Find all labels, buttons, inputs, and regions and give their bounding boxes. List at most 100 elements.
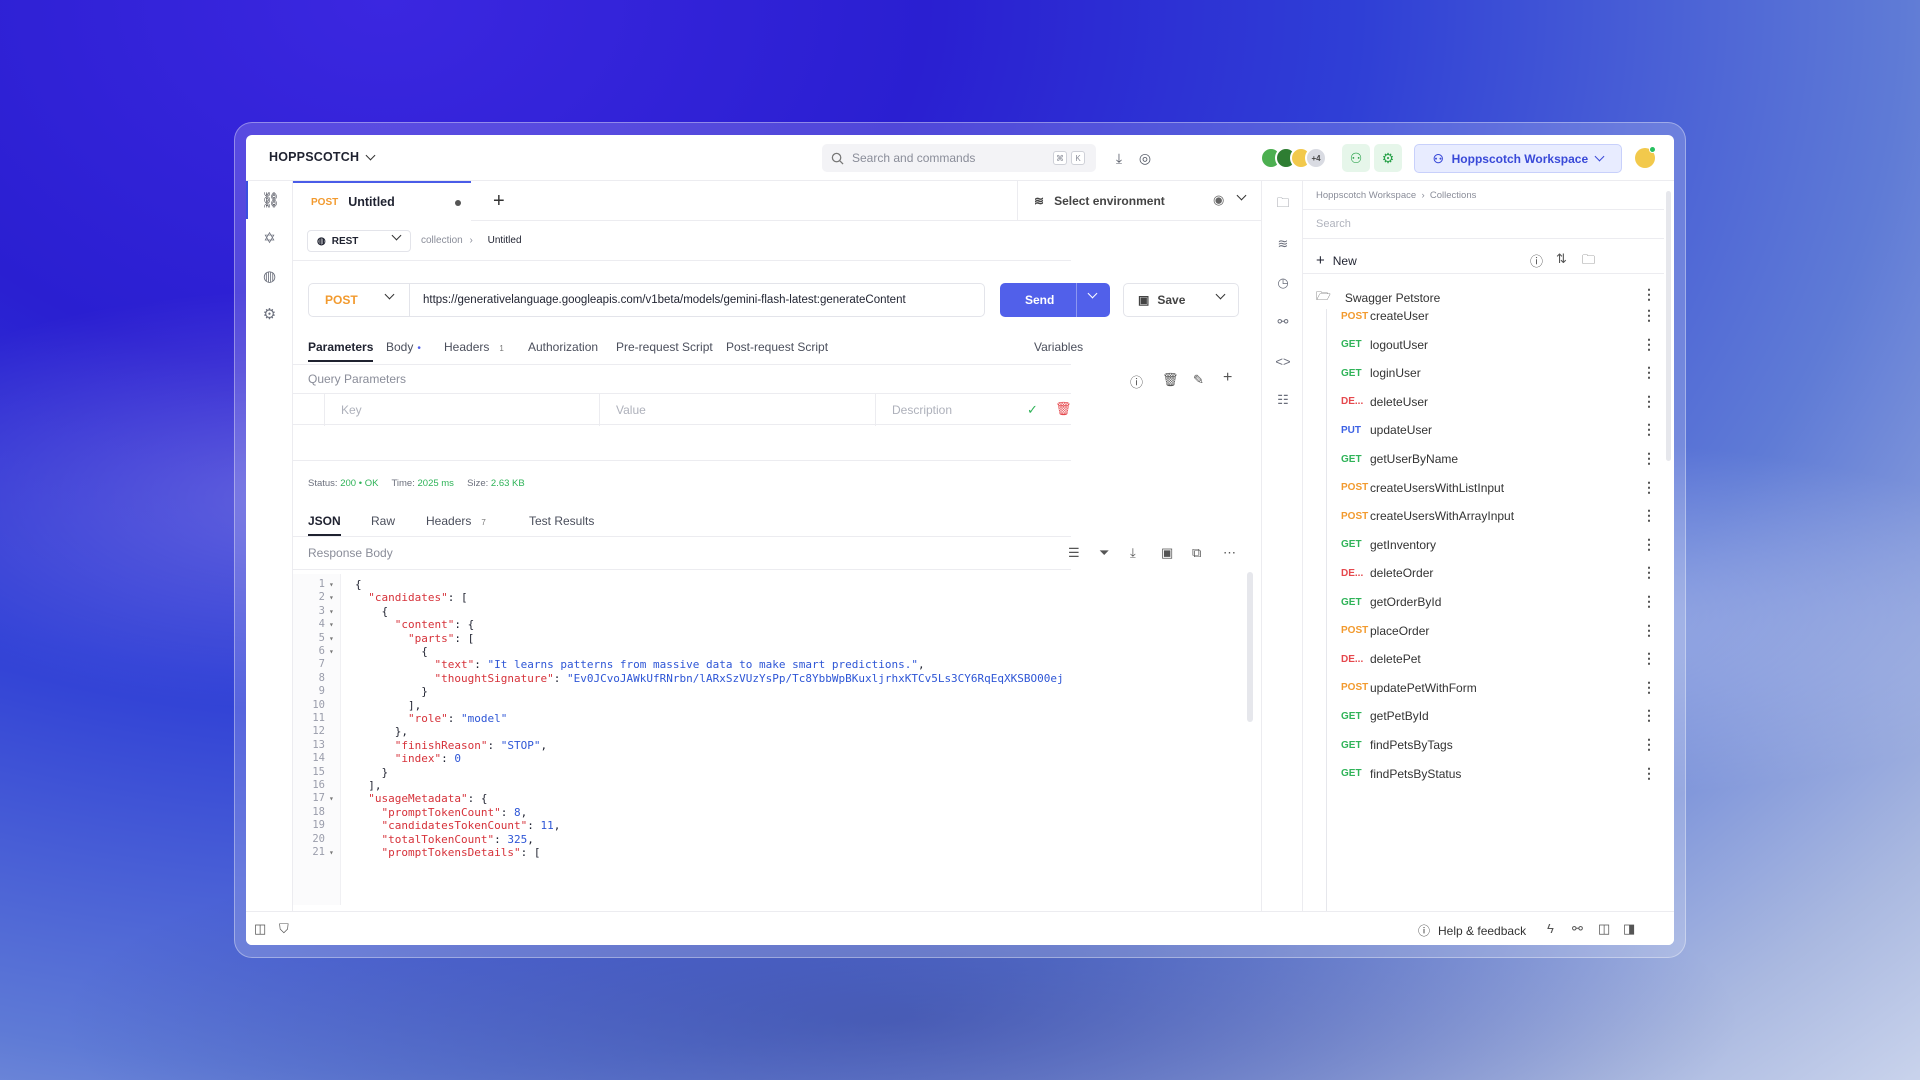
crumb-workspace[interactable]: Hoppscotch Workspace xyxy=(1316,190,1416,201)
collection-request-item[interactable]: POST placeOrder xyxy=(1341,621,1429,641)
fold-toggle-icon[interactable]: ▾ xyxy=(329,620,334,629)
check-circle-icon[interactable]: ✓ xyxy=(1027,402,1038,418)
send-button[interactable]: Send xyxy=(1000,283,1110,317)
tab-test-results[interactable]: Test Results xyxy=(529,514,594,536)
nav-settings-icon[interactable]: ⚙ xyxy=(246,295,293,333)
protocol-selector[interactable]: ◍ REST xyxy=(307,230,411,252)
share-icon[interactable]: ⚯ xyxy=(1572,921,1583,937)
tab-post-request-script[interactable]: Post-request Script xyxy=(726,340,828,362)
collections-scrollbar[interactable] xyxy=(1666,191,1671,461)
toggle-right-panel-icon[interactable]: ◨ xyxy=(1623,921,1635,937)
param-description-input[interactable]: Description xyxy=(875,394,1045,426)
request-menu-icon[interactable]: ⋮ xyxy=(1642,421,1656,438)
code-scrollbar[interactable] xyxy=(1247,572,1253,722)
download-icon[interactable]: ⤓ xyxy=(1111,150,1127,166)
search-bar[interactable]: Search and commands ⌘ K xyxy=(822,144,1096,172)
request-menu-icon[interactable]: ⋮ xyxy=(1642,507,1656,524)
collection-request-item[interactable]: GET findPetsByStatus xyxy=(1341,764,1461,784)
environment-selector[interactable]: ≋ Select environment xyxy=(1017,181,1261,221)
request-menu-icon[interactable]: ⋮ xyxy=(1642,307,1656,324)
environments-layers-icon[interactable]: ≋ xyxy=(1262,232,1304,256)
request-menu-icon[interactable]: ⋮ xyxy=(1642,765,1656,782)
fold-toggle-icon[interactable]: ▾ xyxy=(329,794,334,803)
download-icon[interactable]: ⤓ xyxy=(1130,545,1136,561)
sort-icon[interactable]: ⇅ xyxy=(1556,251,1567,267)
collection-folder[interactable]: 🗁 Swagger Petstore xyxy=(1316,287,1440,308)
code-icon[interactable]: <> xyxy=(1262,349,1304,373)
chevron-down-icon[interactable] xyxy=(1215,289,1226,300)
request-menu-icon[interactable]: ⋮ xyxy=(1642,393,1656,410)
collection-request-item[interactable]: DE... deleteOrder xyxy=(1341,563,1433,583)
url-input[interactable]: https://generativelanguage.googleapis.co… xyxy=(409,283,985,317)
toggle-sidebar-icon[interactable]: ◫ xyxy=(254,921,266,937)
folder-menu-icon[interactable]: ⋮ xyxy=(1642,286,1656,303)
fold-toggle-icon[interactable]: ▾ xyxy=(329,634,334,643)
trash-icon[interactable]: 🗑 xyxy=(1162,372,1179,388)
history-clock-icon[interactable]: ◷ xyxy=(1262,271,1304,295)
request-menu-icon[interactable]: ⋮ xyxy=(1642,650,1656,667)
collection-request-item[interactable]: GET findPetsByTags xyxy=(1341,735,1453,755)
collection-request-item[interactable]: POST createUsersWithArrayInput xyxy=(1341,506,1514,526)
breadcrumb-collection[interactable]: collection xyxy=(421,235,463,246)
collections-search-input[interactable]: Search xyxy=(1303,209,1664,239)
collection-request-item[interactable]: POST updatePetWithForm xyxy=(1341,678,1477,698)
collection-request-item[interactable]: GET getOrderById xyxy=(1341,592,1441,612)
request-menu-icon[interactable]: ⋮ xyxy=(1642,736,1656,753)
filter-icon[interactable]: ⏷ xyxy=(1099,545,1109,561)
tab-parameters[interactable]: Parameters xyxy=(308,340,374,362)
nav-graphql-icon[interactable]: ✡ xyxy=(246,219,293,257)
collaborator-avatars[interactable]: +4 xyxy=(1260,147,1327,169)
request-menu-icon[interactable]: ⋮ xyxy=(1642,707,1656,724)
tab-untitled[interactable]: POST Untitled xyxy=(293,181,471,221)
help-icon[interactable]: ⓘ xyxy=(1130,372,1143,391)
tab-headers[interactable]: Headers 1 xyxy=(444,340,504,362)
support-icon[interactable]: ◎ xyxy=(1137,150,1153,166)
collection-request-item[interactable]: DE... deleteUser xyxy=(1341,392,1428,412)
collection-request-item[interactable]: GET logoutUser xyxy=(1341,335,1428,355)
delete-icon[interactable]: 🗑 xyxy=(1055,401,1072,417)
param-value-input[interactable]: Value xyxy=(599,394,875,426)
invite-user-button[interactable]: ⚇ xyxy=(1342,144,1370,172)
add-param-icon[interactable]: + xyxy=(1223,369,1232,387)
response-json-viewer[interactable]: 1 ▾ {2 ▾ "candidates": [3 ▾ {4 ▾ "content": {… xyxy=(293,574,1063,905)
collection-request-item[interactable]: POST createUser xyxy=(1341,306,1429,326)
save-button[interactable]: ▣ Save xyxy=(1123,283,1239,317)
param-key-input[interactable]: Key xyxy=(324,394,600,426)
more-icon[interactable]: ⋯ xyxy=(1223,545,1236,561)
request-menu-icon[interactable]: ⋮ xyxy=(1642,536,1656,553)
tab-raw[interactable]: Raw xyxy=(371,514,395,536)
help-icon[interactable]: ⓘ xyxy=(1530,251,1543,270)
collection-request-item[interactable]: PUT updateUser xyxy=(1341,420,1432,440)
new-collection-button[interactable]: + New xyxy=(1316,252,1357,269)
request-menu-icon[interactable]: ⋮ xyxy=(1642,364,1656,381)
send-options-chevron-icon[interactable] xyxy=(1087,288,1098,299)
workspace-settings-button[interactable]: ⚙ xyxy=(1374,144,1402,172)
workspace-selector[interactable]: ⚇ Hoppscotch Workspace xyxy=(1414,144,1622,173)
lightning-icon[interactable]: ϟ xyxy=(1547,921,1554,936)
new-tab-button[interactable]: + xyxy=(493,190,505,213)
fold-toggle-icon[interactable]: ▾ xyxy=(329,580,334,589)
collections-folder-icon[interactable]: 🗀 xyxy=(1262,193,1304,217)
save-icon[interactable]: ▣ xyxy=(1161,545,1173,561)
server-icon[interactable]: ☷ xyxy=(1262,388,1304,412)
collection-request-item[interactable]: GET getUserByName xyxy=(1341,449,1458,469)
tab-body[interactable]: Body • xyxy=(386,340,421,362)
request-menu-icon[interactable]: ⋮ xyxy=(1642,479,1656,496)
fold-toggle-icon[interactable]: ▾ xyxy=(329,647,334,656)
copy-icon[interactable]: ⧉ xyxy=(1192,545,1201,561)
app-switcher[interactable]: HOPPSCOTCH xyxy=(269,150,376,164)
tab-authorization[interactable]: Authorization xyxy=(528,340,598,362)
help-feedback-button[interactable]: ⓘ Help & feedback xyxy=(1418,922,1526,939)
fold-toggle-icon[interactable]: ▾ xyxy=(329,848,334,857)
fold-toggle-icon[interactable]: ▾ xyxy=(329,607,334,616)
collection-request-item[interactable]: GET getPetById xyxy=(1341,706,1429,726)
request-menu-icon[interactable]: ⋮ xyxy=(1642,450,1656,467)
fold-toggle-icon[interactable]: ▾ xyxy=(329,593,334,602)
tab-json[interactable]: JSON xyxy=(308,514,341,536)
nav-realtime-globe-icon[interactable]: ◍ xyxy=(246,257,293,295)
request-menu-icon[interactable]: ⋮ xyxy=(1642,622,1656,639)
share-icon[interactable]: ⚯ xyxy=(1262,310,1304,334)
collection-request-item[interactable]: DE... deletePet xyxy=(1341,649,1421,669)
eye-icon[interactable]: ◉ xyxy=(1213,192,1224,208)
request-menu-icon[interactable]: ⋮ xyxy=(1642,593,1656,610)
